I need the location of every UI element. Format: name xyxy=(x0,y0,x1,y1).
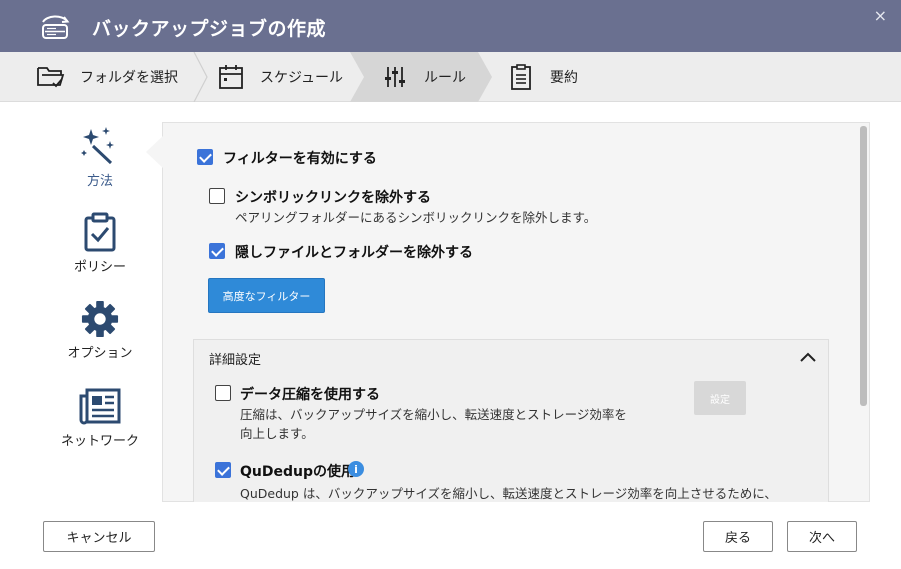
sidebar-item-network[interactable]: ネットワーク xyxy=(40,386,160,449)
sidebar-item-label: 方法 xyxy=(86,174,113,189)
window-title: バックアップジョブの作成 xyxy=(92,18,327,40)
advanced-settings-title: 詳細設定 xyxy=(209,353,262,368)
step-separator xyxy=(193,52,208,102)
enable-filter-checkbox[interactable] xyxy=(197,149,213,165)
next-button[interactable]: 次へ xyxy=(787,521,857,552)
exclude-hidden-checkbox[interactable] xyxy=(209,243,225,259)
title-bar: バックアップジョブの作成 × xyxy=(0,0,901,52)
chevron-up-icon[interactable] xyxy=(800,352,816,362)
step-label: ルール xyxy=(424,70,466,86)
clipboard-check-icon xyxy=(84,212,116,252)
step-label: 要約 xyxy=(550,70,578,86)
newspaper-icon xyxy=(79,388,121,425)
compression-label: データ圧縮を使用する xyxy=(240,387,380,403)
step-summary: 要約 xyxy=(506,52,578,102)
sidebar-item-method[interactable]: 方法 xyxy=(40,124,160,189)
sidebar-item-label: オプション xyxy=(67,346,133,361)
advanced-filter-button[interactable]: 高度なフィルター xyxy=(208,278,325,313)
qudedup-description: QuDedup は、バックアップサイズを縮小し、転送速度とストレージ効率を向上さ… xyxy=(240,486,777,501)
qudedup-checkbox[interactable] xyxy=(215,462,231,478)
panel-pointer xyxy=(146,136,163,168)
exclude-symlinks-checkbox[interactable] xyxy=(209,188,225,204)
compression-settings-button[interactable]: 設定 xyxy=(694,381,746,415)
step-select-folder: フォルダを選択 xyxy=(36,52,178,102)
sidebar-item-label: ネットワーク xyxy=(60,434,139,449)
scrollbar[interactable] xyxy=(860,126,867,406)
sidebar-item-policy[interactable]: ポリシー xyxy=(40,212,160,275)
sidebar-item-options[interactable]: オプション xyxy=(40,300,160,361)
step-label: フォルダを選択 xyxy=(80,70,178,86)
magic-wand-icon xyxy=(81,127,114,165)
gear-icon xyxy=(81,300,119,338)
enable-filter-label: フィルターを有効にする xyxy=(223,151,377,167)
info-icon[interactable]: i xyxy=(348,461,364,477)
compression-checkbox[interactable] xyxy=(215,385,231,401)
cancel-button[interactable]: キャンセル xyxy=(43,521,155,552)
sidebar-item-label: ポリシー xyxy=(73,260,126,275)
clipboard-list-icon xyxy=(511,64,531,90)
close-icon[interactable]: × xyxy=(874,6,887,25)
exclude-symlinks-label: シンボリックリンクを除外する xyxy=(235,190,431,206)
folder-check-icon xyxy=(37,67,65,88)
step-label: スケジュール xyxy=(260,70,344,86)
compression-description: 圧縮は、バックアップサイズを縮小し、転送速度とストレージ効率を 向上します。 xyxy=(240,407,627,441)
backup-sync-icon xyxy=(42,15,70,39)
qudedup-label: QuDedupの使用 xyxy=(240,464,355,480)
sliders-icon xyxy=(385,67,405,87)
wizard-steps: フォルダを選択 スケジュール ルール 要約 xyxy=(0,52,901,102)
step-rules: ルール xyxy=(380,52,466,102)
step-schedule: スケジュール xyxy=(216,52,343,102)
back-button[interactable]: 戻る xyxy=(703,521,773,552)
exclude-hidden-label: 隠しファイルとフォルダーを除外する xyxy=(235,245,473,261)
calendar-icon xyxy=(219,65,243,89)
exclude-symlinks-description: ペアリングフォルダーにあるシンボリックリンクを除外します。 xyxy=(235,210,597,225)
